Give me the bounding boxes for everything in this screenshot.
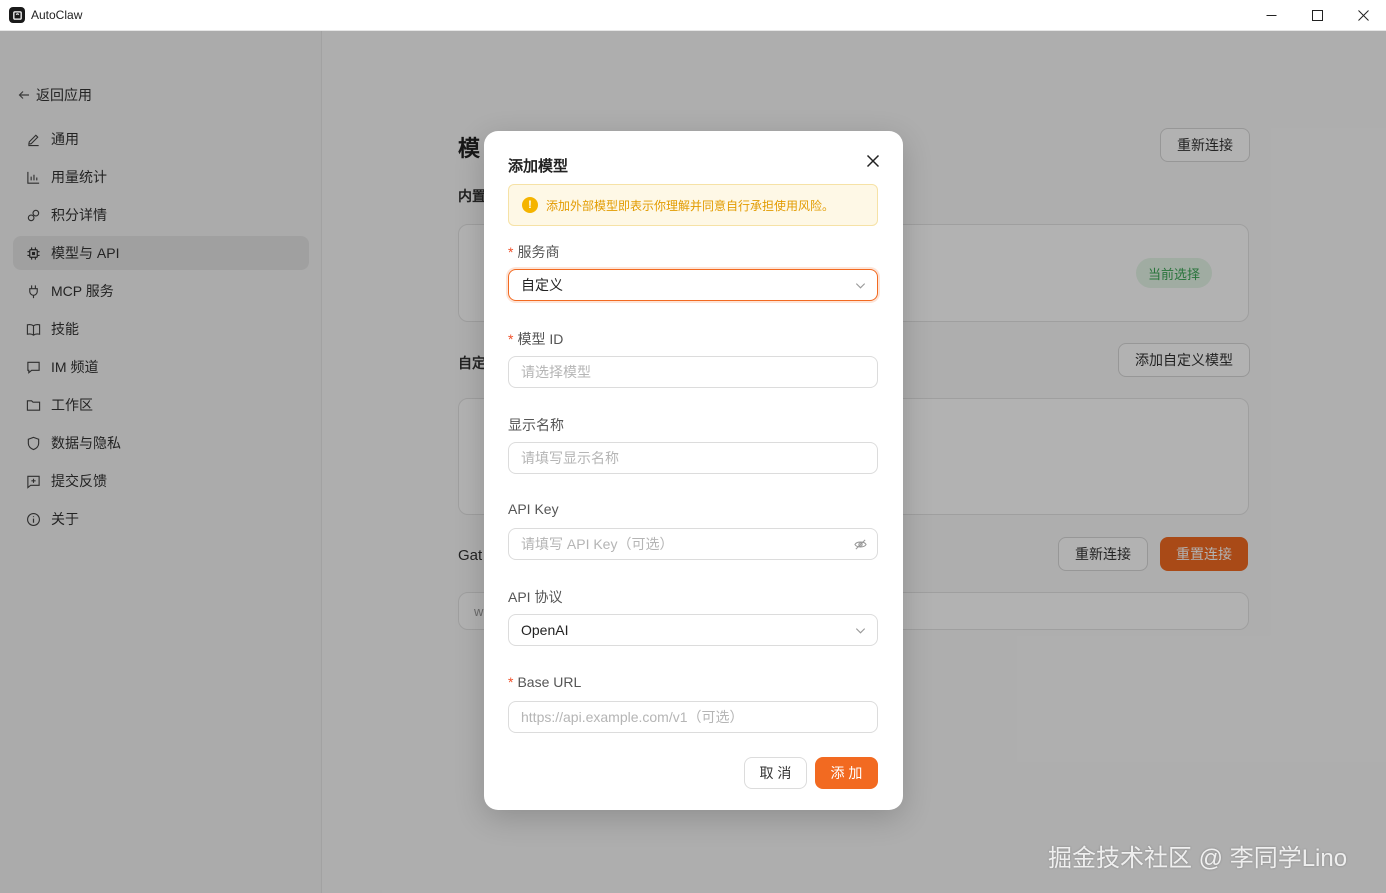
provider-label: * 服务商	[508, 244, 560, 260]
api-key-input[interactable]	[521, 536, 841, 552]
dialog-close-button[interactable]	[864, 152, 882, 170]
base-url-input[interactable]	[521, 709, 841, 725]
model-id-input[interactable]	[521, 364, 841, 380]
close-icon	[1357, 10, 1369, 21]
minimize-button[interactable]	[1248, 0, 1294, 31]
api-key-field[interactable]	[508, 528, 878, 560]
app-logo-icon	[9, 7, 25, 23]
add-button[interactable]: 添 加	[815, 757, 878, 789]
window-title: AutoClaw	[31, 8, 83, 22]
display-name-input[interactable]	[521, 450, 841, 466]
minimize-icon	[1266, 15, 1276, 16]
warning-text: 添加外部模型即表示你理解并同意自行承担使用风险。	[546, 198, 835, 213]
api-protocol-select[interactable]: OpenAI	[508, 614, 878, 646]
api-key-label: API Key	[508, 501, 559, 517]
display-name-label: 显示名称	[508, 417, 564, 433]
base-url-label: * Base URL	[508, 674, 582, 690]
required-mark: *	[508, 244, 514, 260]
maximize-icon	[1311, 10, 1323, 21]
base-url-field[interactable]	[508, 701, 878, 733]
title-bar: AutoClaw	[0, 0, 1386, 31]
cancel-button[interactable]: 取 消	[744, 757, 807, 789]
provider-select[interactable]: 自定义	[508, 269, 878, 301]
add-model-dialog: 添加模型 ! 添加外部模型即表示你理解并同意自行承担使用风险。 * 服务商 自定义…	[484, 131, 903, 810]
api-protocol-label: API 协议	[508, 589, 563, 605]
watermark-text: 掘金技术社区 @ 李同学Lino	[1048, 845, 1348, 872]
chevron-down-icon	[853, 623, 867, 637]
model-id-field[interactable]	[508, 356, 878, 388]
warning-icon: !	[522, 197, 538, 213]
provider-value: 自定义	[521, 277, 563, 293]
close-window-button[interactable]	[1340, 0, 1386, 31]
close-icon	[866, 154, 880, 168]
api-protocol-value: OpenAI	[521, 622, 569, 638]
model-id-label: * 模型 ID	[508, 331, 564, 347]
risk-warning-banner: ! 添加外部模型即表示你理解并同意自行承担使用风险。	[508, 184, 878, 226]
maximize-button[interactable]	[1294, 0, 1340, 31]
chevron-down-icon	[853, 278, 867, 292]
display-name-field[interactable]	[508, 442, 878, 474]
required-mark: *	[508, 331, 514, 347]
eye-off-icon[interactable]	[853, 537, 867, 551]
required-mark: *	[508, 674, 514, 690]
dialog-title: 添加模型	[508, 158, 569, 175]
